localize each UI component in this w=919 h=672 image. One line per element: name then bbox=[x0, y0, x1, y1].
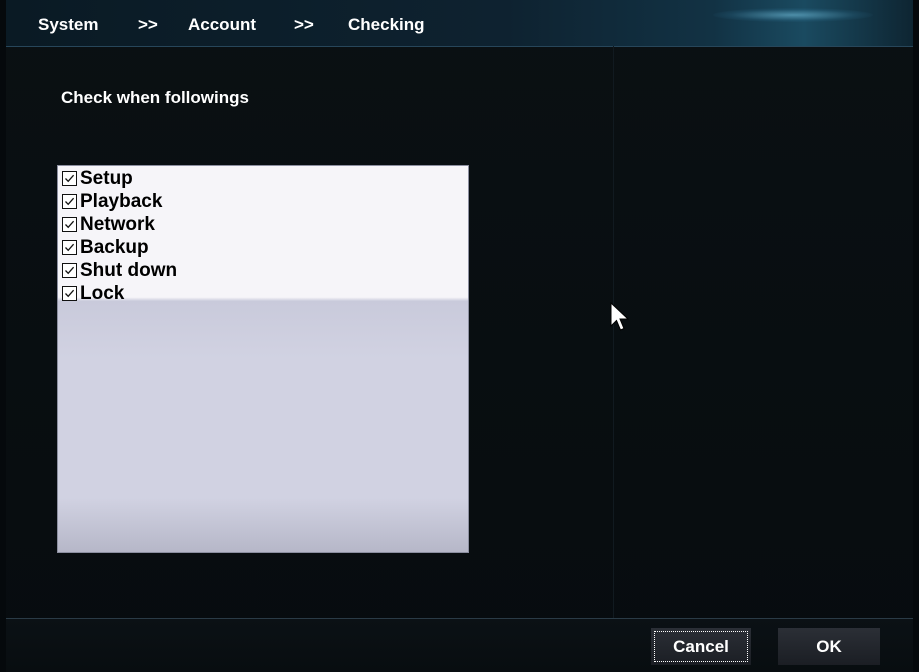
breadcrumb-separator: >> bbox=[294, 15, 314, 34]
breadcrumb-separator: >> bbox=[138, 15, 158, 34]
check-item-label: Lock bbox=[80, 282, 125, 304]
checking-screen: System >> Account >> Checking Check when… bbox=[0, 0, 919, 672]
check-item-label: Playback bbox=[80, 190, 163, 212]
mouse-pointer-icon bbox=[610, 302, 630, 331]
checkbox-checked-icon[interactable] bbox=[62, 217, 77, 232]
checkbox-checked-icon[interactable] bbox=[62, 171, 77, 186]
checkbox-checked-icon[interactable] bbox=[62, 263, 77, 278]
check-item-lock[interactable]: Lock bbox=[62, 282, 124, 305]
ok-button[interactable]: OK bbox=[778, 628, 880, 665]
check-item-backup[interactable]: Backup bbox=[62, 236, 149, 259]
check-item-label: Backup bbox=[80, 236, 149, 258]
checkbox-checked-icon[interactable] bbox=[62, 240, 77, 255]
checklist-box[interactable]: Setup Playback Network Backup Shut down bbox=[57, 165, 469, 553]
checkbox-checked-icon[interactable] bbox=[62, 194, 77, 209]
check-item-playback[interactable]: Playback bbox=[62, 190, 162, 213]
check-item-label: Shut down bbox=[80, 259, 178, 281]
check-item-shut-down[interactable]: Shut down bbox=[62, 259, 177, 282]
breadcrumb-account[interactable]: Account bbox=[188, 15, 256, 35]
breadcrumb-system[interactable]: System bbox=[38, 15, 98, 35]
check-item-label: Setup bbox=[80, 167, 133, 189]
checkbox-checked-icon[interactable] bbox=[62, 286, 77, 301]
footer-bar bbox=[6, 618, 913, 672]
section-title: Check when followings bbox=[61, 88, 249, 107]
check-item-setup[interactable]: Setup bbox=[62, 167, 133, 190]
cancel-button[interactable]: Cancel bbox=[651, 628, 751, 665]
check-item-label: Network bbox=[80, 213, 155, 235]
panel-divider bbox=[613, 46, 614, 618]
check-item-network[interactable]: Network bbox=[62, 213, 155, 236]
breadcrumb: System >> Account >> Checking bbox=[6, 0, 913, 47]
breadcrumb-checking: Checking bbox=[348, 15, 425, 34]
